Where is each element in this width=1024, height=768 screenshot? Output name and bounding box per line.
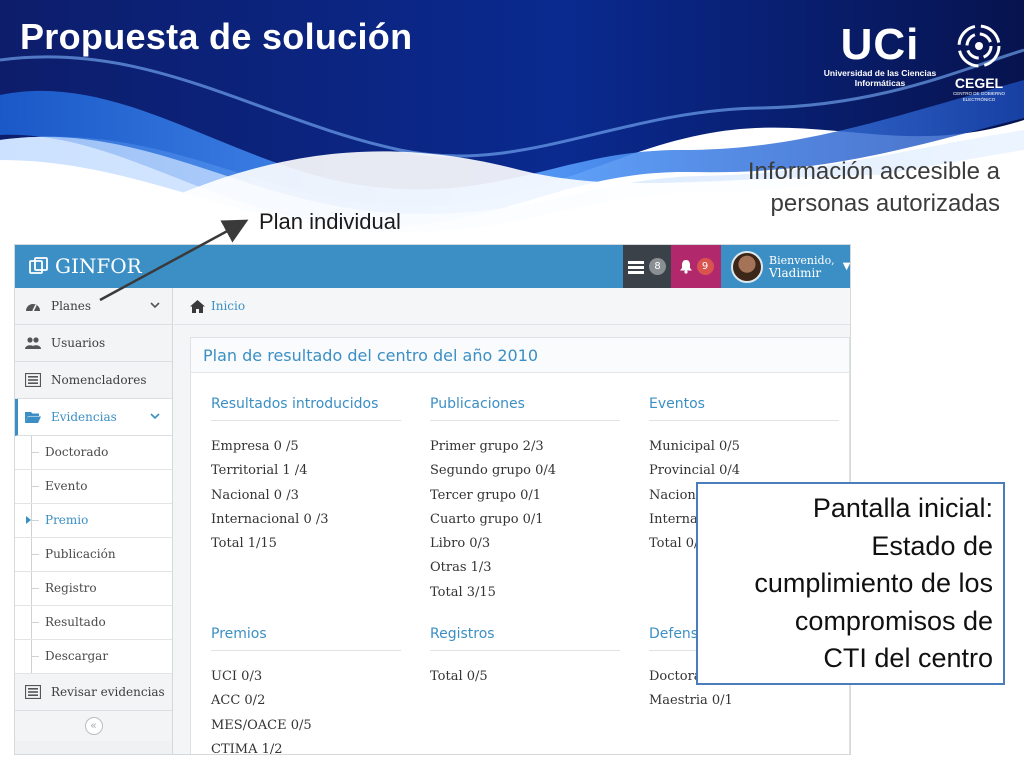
caret-down-icon: ▼ [842,261,851,272]
sidebar-subitem-descargar[interactable]: Descargar [15,640,172,674]
section-heading: Publicaciones [430,396,620,421]
users-icon [25,337,41,349]
sidebar-subitem-resultado-introducido[interactable]: Resultado introducido [15,606,172,662]
sidebar-subitem-registro[interactable]: Registro [15,572,172,606]
sidebar-item-label: Revisar evidencias [51,685,165,699]
stat-line: Total 3/15 [430,584,496,600]
section-publicaciones: Publicaciones Primer grupo 2/3 Segundo g… [430,396,620,605]
section-resultados-introducidos: Resultados introducidos Empresa 0 /5 Ter… [211,396,401,556]
caption-line: Información accesible a [747,158,1000,185]
stat-line: Internacional 0 /3 [211,511,329,527]
sidebar-item-planes[interactable]: Planes [15,288,172,325]
chevron-down-icon [150,413,160,420]
uci-logo-subtitle: Universidad de las Ciencias [823,68,937,78]
uci-logo-mark: UCi [840,20,920,69]
stat-line: CTIMA 1/2 [211,741,283,755]
user-name: Vladimir [769,265,822,280]
notifications-count-badge: 9 [696,258,714,275]
stat-line: Total 0/5 [430,669,488,684]
stat-line: Primer grupo 2/3 [430,439,544,454]
stat-line: Cuarto grupo 0/1 [430,511,544,527]
stat-line: Municipal 0/5 [649,439,740,454]
stat-line: Provincial 0/4 [649,463,741,479]
sidebar-item-nomencladores[interactable]: Nomencladores [15,362,172,399]
sidebar-item-evidencias[interactable]: Evidencias [15,399,172,436]
section-heading: Registros [430,626,620,651]
cegel-logo: CEGEL CENTRO DE GOBIERNO ELECTRÓNICO [944,22,1014,106]
section-premios: Premios UCI 0/3 ACC 0/2 MES/OACE 0/5 CTI… [211,626,401,755]
sidebar-subitem-doctorado[interactable]: Doctorado [15,436,172,470]
cegel-ring-icon [957,24,1001,68]
stat-line: ACC 0/2 [211,693,266,709]
tasks-icon [628,260,644,274]
cegel-logo-subtitle: CENTRO DE GOBIERNO ELECTRÓNICO [952,91,1005,102]
stat-line: MES/OACE 0/5 [211,717,312,733]
section-heading: Eventos [649,396,839,421]
sidebar-collapse-row: « [15,711,172,741]
ginfor-logo-icon [29,257,48,274]
sidebar-item-label: Evidencias [51,410,117,424]
sidebar-item-label: Nomencladores [51,373,147,387]
folder-open-icon [25,412,41,423]
callout-line: compromisos de [794,605,993,636]
section-registros: Registros Total 0/5 [430,626,620,689]
app-brand-name: GINFOR [55,254,142,278]
welcome-text: Bienvenido, Vladimir [769,254,835,280]
notifications-button[interactable]: 9 [671,245,721,288]
stat-line: Nacional 0 /3 [211,487,299,503]
cegel-logo-name: CEGEL [954,75,1004,91]
caption-line: personas autorizadas [770,190,1000,217]
sidebar-item-label: Usuarios [51,336,106,350]
stat-line: Segundo grupo 0/4 [430,463,557,479]
stat-line: UCI 0/3 [211,669,263,684]
callout-line: CTI del centro [823,643,993,673]
tasks-button[interactable]: 8 [623,245,671,288]
caption-authorized-access: Información accesible a personas autoriz… [670,156,1000,220]
sidebar-subitem-evento[interactable]: Evento [15,470,172,504]
bell-icon [679,260,692,274]
stat-line: Tercer grupo 0/1 [430,487,542,503]
sidebar-subitem-label: Premio [45,513,89,527]
app-brand[interactable]: GINFOR [29,254,142,278]
app-topbar: GINFOR 8 9 Bienvenido, Vladimir ▼ [15,245,851,288]
sidebar: Planes Usuarios Nomencladores Evidencias… [15,288,173,754]
sidebar-item-usuarios[interactable]: Usuarios [15,325,172,362]
home-icon [190,299,205,313]
section-heading: Premios [211,626,401,651]
panel-title: Plan de resultado del centro del año 201… [191,338,849,373]
callout-box: Pantalla inicial: Estado de cumplimiento… [696,482,1005,685]
tachometer-icon [26,304,40,312]
stat-line: Otras 1/3 [430,560,492,576]
sidebar-item-label: Planes [51,299,92,313]
breadcrumb: Inicio [174,288,850,325]
callout-line: Pantalla inicial: [812,493,993,523]
current-item-indicator-icon [26,516,31,524]
callout-line: Estado de [871,530,993,561]
avatar [731,250,763,283]
stat-line: Maestria 0/1 [649,693,733,709]
chevron-down-icon [150,302,160,309]
list-icon [25,685,41,699]
slide: Propuesta de solución UCi Universidad de… [0,0,1024,768]
stat-line: Territorial 1 /4 [211,463,308,479]
callout-line: cumplimiento de los [754,568,993,598]
sidebar-subitem-publicacion[interactable]: Publicación [15,538,172,572]
stat-line: Empresa 0 /5 [211,439,299,454]
caption-individual-plan: Plan individual [259,209,401,234]
tasks-count-badge: 8 [649,258,666,275]
slide-title: Propuesta de solución [20,16,413,57]
stat-line: Libro 0/3 [430,536,491,552]
sidebar-subitem-premio[interactable]: Premio [15,504,172,538]
breadcrumb-home-link[interactable]: Inicio [211,299,245,313]
uci-logo-subtitle-2: Informáticas [854,78,906,88]
sidebar-item-revisar-evidencias[interactable]: Revisar evidencias [15,674,172,711]
uci-logo: UCi Universidad de las Ciencias Informát… [818,22,942,102]
collapse-sidebar-button[interactable]: « [84,717,103,735]
stat-line: Total 1/15 [211,536,277,552]
list-icon [25,373,41,387]
user-menu[interactable]: Bienvenido, Vladimir ▼ [721,245,851,288]
welcome-label: Bienvenido, [769,253,835,267]
section-heading: Resultados introducidos [211,396,401,421]
